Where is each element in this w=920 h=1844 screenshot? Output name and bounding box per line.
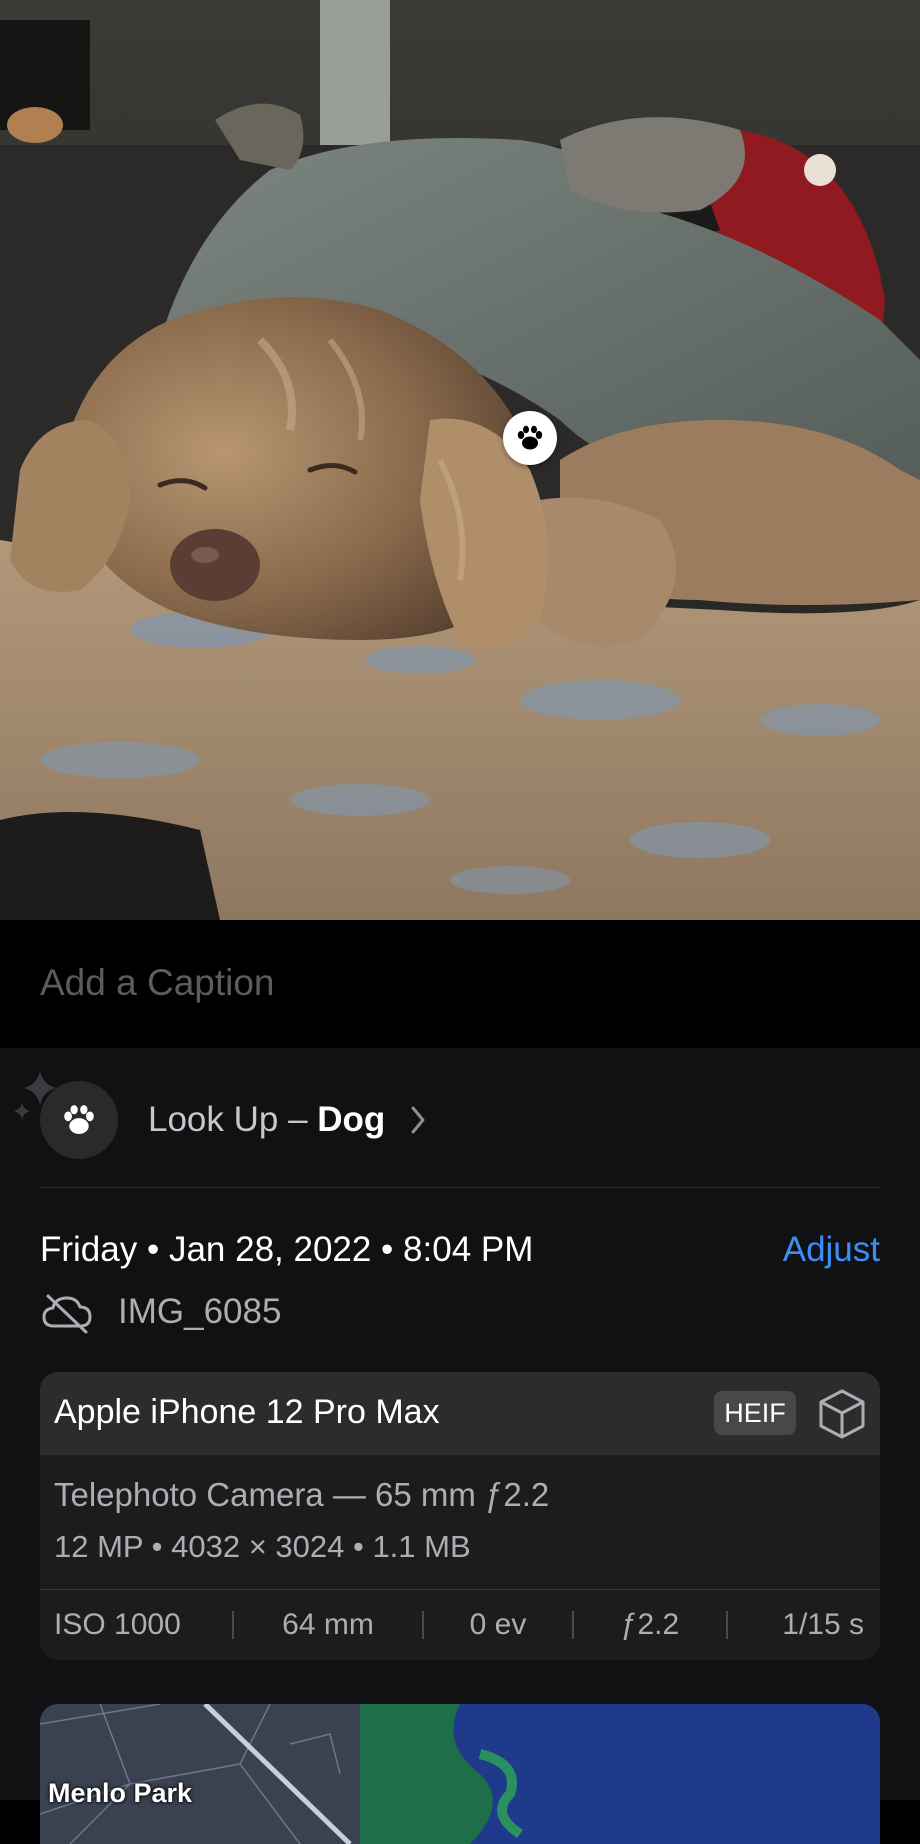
lens-info: Telephoto Camera — 65 mm ƒ2.2	[54, 1476, 550, 1513]
paw-icon	[517, 425, 543, 450]
caption-input[interactable]	[40, 948, 880, 1018]
format-badge: HEIF	[714, 1391, 796, 1435]
visual-lookup-marker[interactable]	[503, 411, 557, 465]
camera-info-card: Apple iPhone 12 Pro Max HEIF Telephoto C…	[40, 1372, 880, 1660]
chevron-right-icon	[411, 1106, 425, 1134]
exif-focal-length: 64 mm	[282, 1608, 374, 1641]
sparkle-icon	[14, 1070, 56, 1120]
paw-icon	[64, 1105, 94, 1134]
exif-aperture: ƒ2.2	[620, 1608, 680, 1641]
info-sheet: Look Up – Dog Friday • Jan 28, 2022 • 8:…	[0, 1048, 920, 1844]
image-specs: 12 MP • 4032 × 3024 • 1.1 MB	[54, 1529, 471, 1564]
exif-row: ISO 1000 64 mm 0 ev ƒ2.2 1/15 s	[40, 1590, 880, 1660]
caption-area	[0, 920, 920, 1048]
divider	[40, 1187, 880, 1188]
look-up-label: Look Up – Dog	[148, 1100, 386, 1139]
dog-photo	[0, 0, 920, 920]
map-tiles	[40, 1704, 880, 1844]
adjust-button[interactable]: Adjust	[783, 1230, 880, 1270]
photo-viewer[interactable]	[0, 0, 920, 920]
cube-icon[interactable]	[815, 1387, 869, 1441]
exif-exposure-value: 0 ev	[469, 1608, 527, 1641]
look-up-subject: Dog	[317, 1100, 386, 1139]
look-up-row[interactable]: Look Up – Dog	[0, 1048, 920, 1188]
capture-date: Friday • Jan 28, 2022 • 8:04 PM	[40, 1230, 534, 1269]
device-name: Apple iPhone 12 Pro Max	[54, 1393, 440, 1431]
exif-iso: ISO 1000	[54, 1608, 181, 1641]
map-place-label: Menlo Park	[48, 1778, 193, 1808]
camera-card-header: Apple iPhone 12 Pro Max HEIF	[40, 1372, 880, 1455]
file-name: IMG_6085	[118, 1292, 282, 1331]
exif-shutter-speed: 1/15 s	[782, 1608, 864, 1641]
file-name-row: IMG_6085	[40, 1288, 640, 1338]
cloud-slash-icon	[42, 1294, 92, 1334]
location-map[interactable]: Menlo Park	[40, 1704, 880, 1844]
